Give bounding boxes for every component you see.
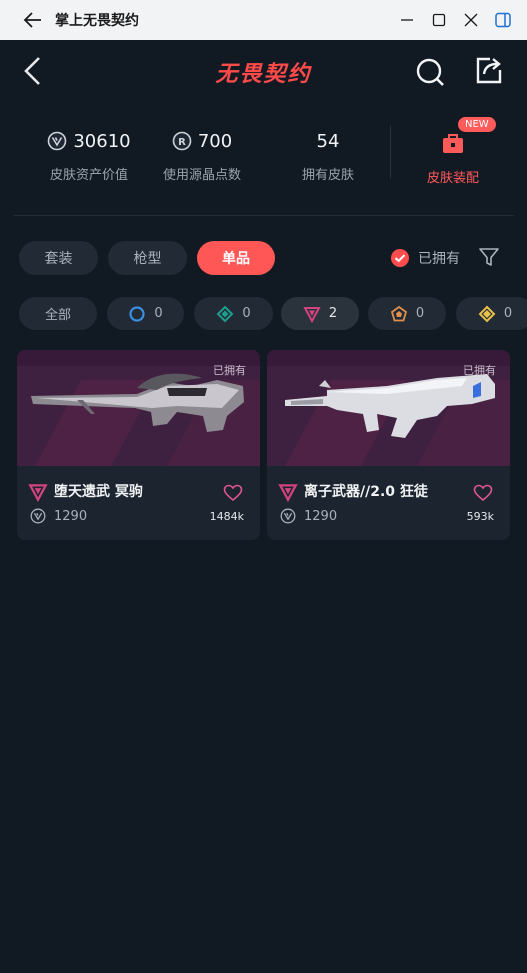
tab-single-item[interactable]: 单品 bbox=[197, 241, 275, 275]
tier-chip-all[interactable]: 全部 bbox=[19, 297, 97, 330]
tier-chip-count: 2 bbox=[328, 306, 338, 321]
tier-chip-ultra[interactable]: 0 bbox=[456, 297, 527, 330]
new-badge: NEW bbox=[458, 117, 496, 132]
owned-filter-toggle[interactable]: 已拥有 bbox=[390, 248, 460, 268]
radianite-points-icon: R bbox=[172, 131, 192, 151]
ultra-tier-gold-icon bbox=[478, 305, 496, 322]
locker-icon bbox=[443, 134, 463, 153]
app-logo: 无畏契约 bbox=[215, 62, 312, 87]
stat-owned-skins: 54 拥有皮肤 bbox=[258, 128, 398, 184]
skin-equip-label: 皮肤装配 bbox=[426, 171, 479, 186]
owned-tag: 已拥有 bbox=[463, 364, 496, 377]
filter-icon[interactable] bbox=[478, 246, 500, 268]
skin-card-image: 已拥有 bbox=[17, 350, 260, 466]
exclusive-tier-orange-icon bbox=[390, 305, 407, 321]
heart-icon[interactable] bbox=[223, 483, 243, 503]
tier-chip-deluxe[interactable]: 0 bbox=[194, 297, 273, 330]
heart-icon[interactable] bbox=[473, 483, 493, 503]
search-icon[interactable] bbox=[414, 56, 446, 88]
svg-text:R: R bbox=[178, 137, 186, 148]
skin-card[interactable]: 已拥有 堕天遗武 冥驹 1290 1484k bbox=[17, 350, 260, 540]
window-title: 掌上无畏契约 bbox=[55, 13, 139, 29]
stat-radianite: R 700 使用源晶点数 bbox=[132, 128, 272, 184]
owned-skins-label: 拥有皮肤 bbox=[301, 168, 354, 183]
owned-filter-label: 已拥有 bbox=[418, 251, 460, 267]
tier-chip-count: 0 bbox=[415, 306, 425, 321]
tier-chip-select[interactable]: 0 bbox=[107, 297, 184, 330]
app-header: 无畏契约 bbox=[0, 40, 527, 102]
tier-chip-count: 0 bbox=[154, 306, 163, 321]
asset-value: 30610 bbox=[73, 130, 131, 152]
window-titlebar: 掌上无畏契约 bbox=[0, 0, 527, 40]
tier-chip-count: 0 bbox=[503, 306, 513, 321]
weapon-rifle-image bbox=[285, 374, 495, 438]
tier-chip-count: 0 bbox=[242, 306, 251, 321]
skin-name: 离子武器//2.0 狂徒 bbox=[304, 484, 428, 500]
premium-tier-pink-icon bbox=[278, 484, 298, 502]
tier-chip-label: 全部 bbox=[44, 308, 71, 323]
tab-weapon-type[interactable]: 枪型 bbox=[108, 241, 187, 275]
skin-price: 1290 bbox=[304, 509, 338, 524]
tier-chip-exclusive[interactable]: 0 bbox=[368, 297, 446, 330]
tab-bundle[interactable]: 套装 bbox=[19, 241, 98, 275]
premium-tier-pink-icon bbox=[303, 306, 321, 323]
stats-panel: 30610 皮肤资产价值 R 700 使用源晶点数 54 拥有皮肤 NEW 皮肤… bbox=[0, 117, 527, 198]
skin-card-image: 已拥有 bbox=[267, 350, 510, 466]
premium-tier-pink-icon bbox=[28, 484, 48, 502]
maximize-icon[interactable] bbox=[430, 11, 448, 29]
valorant-points-icon bbox=[48, 131, 67, 151]
owned-skins-count: 54 bbox=[316, 130, 340, 152]
sidebar-icon[interactable] bbox=[494, 11, 512, 29]
tier-chip-premium[interactable]: 2 bbox=[281, 297, 359, 330]
back-arrow-icon[interactable] bbox=[22, 9, 44, 31]
skin-name: 堕天遗武 冥驹 bbox=[54, 484, 143, 500]
owned-tag: 已拥有 bbox=[213, 364, 246, 377]
radianite-points: 700 bbox=[197, 130, 233, 152]
deluxe-tier-green-icon bbox=[216, 305, 234, 322]
weapon-sniper-image bbox=[31, 373, 244, 432]
valorant-points-icon bbox=[30, 508, 46, 524]
skin-card[interactable]: 已拥有 离子武器//2.0 狂徒 1290 593k bbox=[267, 350, 510, 540]
select-tier-blue-icon bbox=[129, 305, 145, 322]
skin-equip-button[interactable]: NEW 皮肤装配 bbox=[395, 117, 511, 186]
like-count: 1484k bbox=[209, 510, 244, 523]
valorant-points-icon bbox=[280, 508, 296, 524]
like-count: 593k bbox=[466, 510, 494, 523]
stats-divider bbox=[390, 126, 391, 178]
minimize-icon[interactable] bbox=[398, 11, 416, 29]
radianite-points-label: 使用源晶点数 bbox=[162, 168, 241, 183]
check-circle-icon bbox=[391, 249, 409, 267]
skin-price: 1290 bbox=[54, 509, 88, 524]
divider bbox=[13, 215, 514, 216]
close-icon[interactable] bbox=[462, 11, 480, 29]
share-icon[interactable] bbox=[472, 54, 504, 86]
